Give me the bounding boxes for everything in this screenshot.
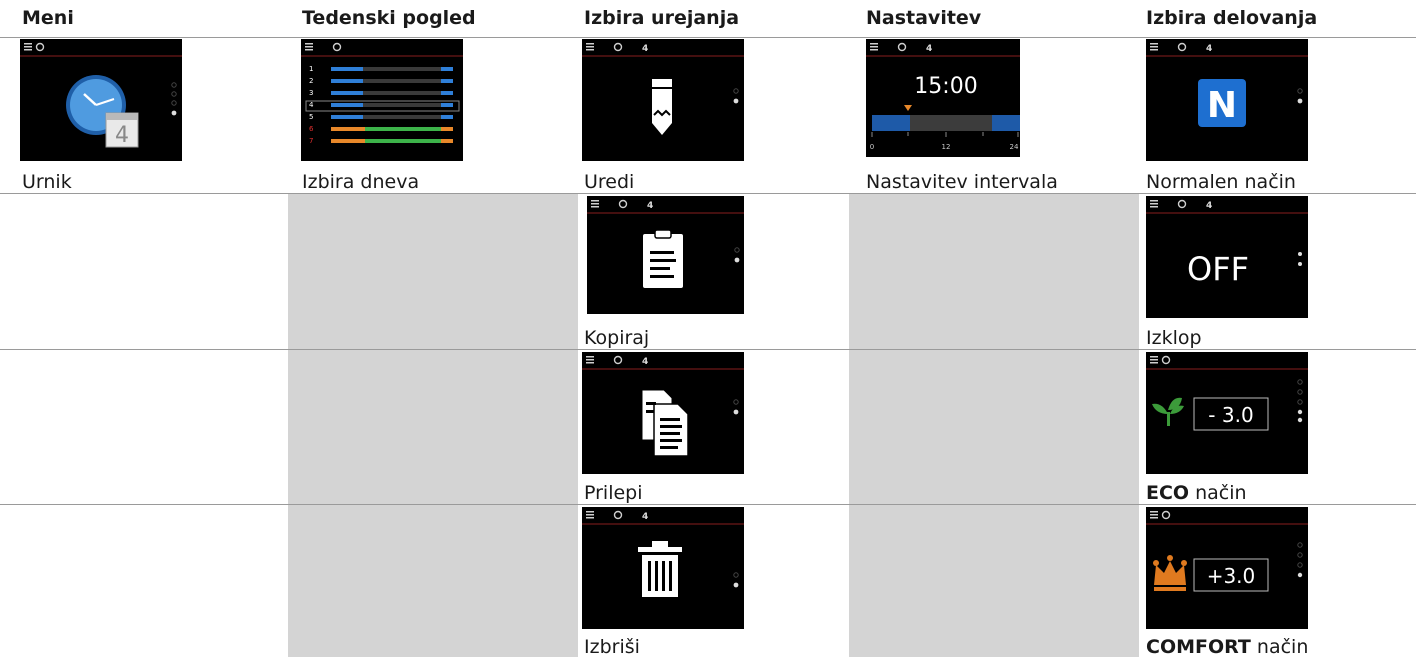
svg-text:0: 0 [870, 143, 874, 151]
screen-off[interactable]: 4 OFF [1146, 196, 1308, 318]
time-value: 15:00 [914, 74, 977, 99]
svg-text:N: N [1207, 85, 1237, 126]
trash-icon [638, 541, 682, 597]
screen-interval[interactable]: 4 15:00 0 12 24 [866, 39, 1020, 157]
svg-text:4: 4 [1206, 44, 1212, 54]
screen-schedule[interactable]: 4 [20, 39, 182, 161]
svg-text:3: 3 [309, 89, 313, 97]
comfort-value: +3.0 [1207, 564, 1256, 588]
header-week: Tedenski pogled [302, 7, 476, 29]
week-day-labels: 1 2 3 4 5 6 7 [309, 65, 314, 145]
comfort-crown-icon [1153, 555, 1187, 591]
svg-text:12: 12 [942, 143, 951, 151]
screen-copy[interactable]: 4 [587, 196, 744, 314]
caption-copy: Kopiraj [584, 327, 650, 349]
caption-delete: Izbriši [584, 636, 640, 658]
normal-mode-icon: N [1198, 79, 1246, 127]
header-edit: Izbira urejanja [584, 7, 740, 29]
caption-eco: ECO način [1146, 482, 1247, 504]
screen-paste[interactable]: 4 [582, 352, 744, 474]
paste-documents-icon [641, 389, 689, 457]
clipboard-icon [643, 229, 683, 288]
svg-text:4: 4 [926, 44, 932, 54]
week-bars [331, 67, 453, 143]
svg-text:24: 24 [1010, 143, 1019, 151]
svg-text:4: 4 [642, 357, 648, 367]
header-setting: Nastavitev [866, 7, 982, 29]
svg-text:4: 4 [647, 201, 653, 211]
row-separator [0, 37, 1416, 38]
caption-edit: Uredi [584, 171, 635, 193]
time-marker[interactable] [904, 105, 912, 111]
svg-text:5: 5 [309, 113, 313, 121]
screen-edit[interactable]: 4 [582, 39, 744, 161]
caption-interval: Nastavitev intervala [866, 171, 1058, 193]
setting-column-fill [849, 193, 1139, 657]
breadcrumb-clock-icon [35, 42, 45, 52]
screen-week-view[interactable]: 1 2 3 4 5 6 7 [301, 39, 463, 161]
svg-text:2: 2 [309, 77, 313, 85]
breadcrumb-home-icon [24, 43, 32, 51]
pencil-icon [652, 79, 672, 135]
svg-text:4: 4 [309, 101, 314, 109]
svg-text:1: 1 [309, 65, 313, 73]
calendar-day: 4 [115, 123, 129, 148]
svg-text:7: 7 [309, 137, 313, 145]
screen-comfort[interactable]: +3.0 [1146, 507, 1308, 629]
caption-schedule: Urnik [22, 171, 72, 193]
caption-off: Izklop [1146, 327, 1202, 349]
row-separator [0, 349, 1416, 350]
svg-text:4: 4 [642, 44, 648, 54]
screen-eco[interactable]: - 3.0 [1146, 352, 1308, 474]
caption-normal-mode: Normalen način [1146, 171, 1296, 193]
svg-text:4: 4 [642, 512, 648, 522]
eco-leaf-icon [1152, 397, 1184, 426]
svg-text:6: 6 [309, 125, 314, 133]
screen-delete[interactable]: 4 [582, 507, 744, 629]
caption-comfort: COMFORT način [1146, 636, 1309, 658]
header-menu: Meni [22, 7, 74, 29]
eco-value: - 3.0 [1208, 403, 1253, 427]
clock-calendar-icon: 4 [66, 75, 139, 148]
screen-normal-mode[interactable]: 4 N [1146, 39, 1308, 161]
caption-paste: Prilepi [584, 482, 643, 504]
off-label: OFF [1187, 250, 1249, 288]
svg-text:4: 4 [1206, 201, 1212, 211]
header-mode: Izbira delovanja [1146, 7, 1318, 29]
caption-select-day: Izbira dneva [302, 171, 420, 193]
week-column-fill [288, 193, 578, 657]
